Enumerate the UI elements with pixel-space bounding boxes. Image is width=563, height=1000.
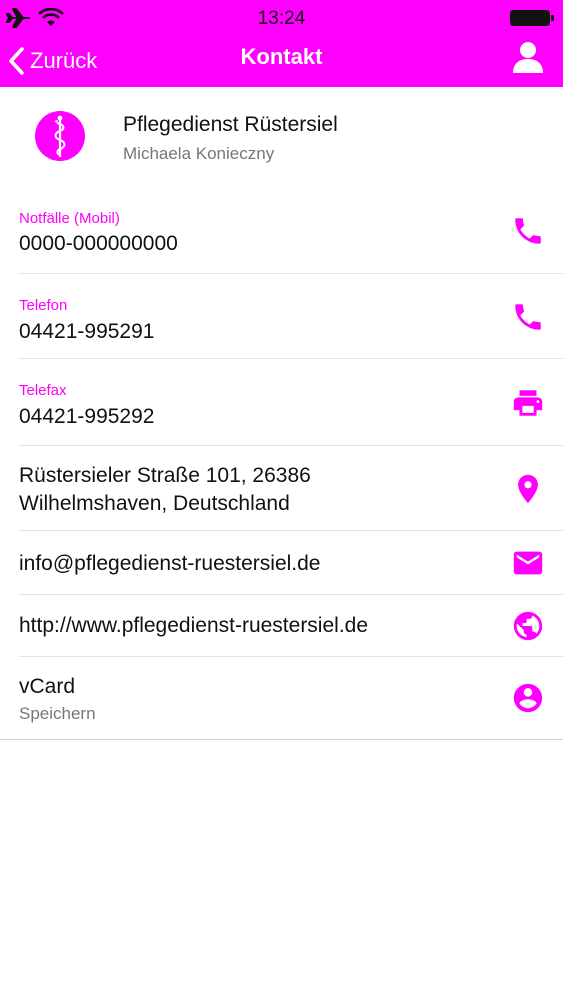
globe-icon[interactable] xyxy=(511,609,545,643)
account-circle-icon[interactable] xyxy=(511,681,545,715)
location-pin-icon[interactable] xyxy=(511,472,545,506)
battery-icon xyxy=(510,10,554,26)
row-value: 04421-995291 xyxy=(19,320,155,343)
phone-row[interactable]: Telefon 04421-995291 xyxy=(0,274,563,359)
website-value: http://www.pflegedienst-ruestersiel.de xyxy=(19,614,369,637)
phone-icon[interactable] xyxy=(511,300,545,334)
row-label: Telefax xyxy=(19,382,67,399)
page-title: Kontakt xyxy=(240,44,323,69)
person-icon[interactable] xyxy=(511,40,545,74)
printer-icon[interactable] xyxy=(511,386,545,420)
email-value: info@pflegedienst-ruestersiel.de xyxy=(19,552,321,575)
app-header: 13:24 Zurück Kontakt xyxy=(0,0,563,87)
address-line-1: Rüstersieler Straße 101, 26386 xyxy=(19,464,311,487)
website-row[interactable]: http://www.pflegedienst-ruestersiel.de xyxy=(0,595,563,657)
emergency-phone-row[interactable]: Notfälle (Mobil) 0000-000000000 xyxy=(0,194,563,274)
row-value: 0000-000000000 xyxy=(19,232,178,255)
contact-person: Michaela Konieczny xyxy=(123,144,275,163)
navigation-bar: Zurück Kontakt xyxy=(0,36,563,87)
status-bar: 13:24 xyxy=(0,0,563,36)
address-row[interactable]: Rüstersieler Straße 101, 26386 Wilhelmsh… xyxy=(0,446,563,531)
vcard-row[interactable]: vCard Speichern xyxy=(0,657,563,740)
contact-name: Pflegedienst Rüstersiel xyxy=(123,113,338,136)
company-logo xyxy=(35,111,85,161)
fax-row[interactable]: Telefax 04421-995292 xyxy=(0,359,563,446)
phone-icon[interactable] xyxy=(511,214,545,248)
vcard-title: vCard xyxy=(19,675,76,698)
row-label: Notfälle (Mobil) xyxy=(19,210,120,227)
mail-icon[interactable] xyxy=(511,546,545,580)
contact-header: Pflegedienst Rüstersiel Michaela Koniecz… xyxy=(0,87,563,194)
row-value: 04421-995292 xyxy=(19,405,155,428)
email-row[interactable]: info@pflegedienst-ruestersiel.de xyxy=(0,531,563,595)
address-line-2: Wilhelmshaven, Deutschland xyxy=(19,492,290,515)
list-bottom-divider xyxy=(0,739,563,740)
vcard-subtitle: Speichern xyxy=(19,704,96,723)
caduceus-icon xyxy=(54,115,66,157)
row-label: Telefon xyxy=(19,297,68,314)
status-time: 13:24 xyxy=(257,8,306,29)
